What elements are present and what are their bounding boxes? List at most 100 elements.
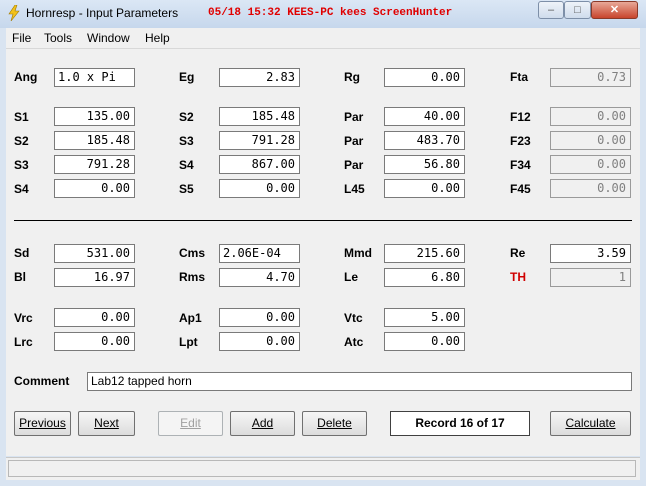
delete-button-label: Delete (317, 416, 352, 430)
f34-field: 0.00 (550, 155, 631, 174)
re-field[interactable]: 3.59 (550, 244, 631, 263)
sd-field[interactable]: 531.00 (54, 244, 135, 263)
maximize-icon: □ (574, 4, 581, 16)
vtc-field[interactable]: 5.00 (384, 308, 465, 327)
s1-label: S1 (14, 110, 29, 124)
s3-row-label: S3 (14, 158, 29, 172)
mmd-label: Mmd (344, 246, 372, 260)
previous-button-label: Previous (19, 416, 66, 430)
s1-field[interactable]: 135.00 (54, 107, 135, 126)
s5-label: S5 (179, 182, 194, 196)
rg-label: Rg (344, 70, 360, 84)
minimize-icon: – (547, 4, 555, 16)
s2-field[interactable]: 185.48 (219, 107, 300, 126)
fta-label: Fta (510, 70, 528, 84)
par3-field[interactable]: 56.80 (384, 155, 465, 174)
section-divider (14, 220, 632, 221)
calculate-button-label: Calculate (565, 416, 616, 430)
maximize-button[interactable]: □ (564, 1, 591, 19)
rg-field[interactable]: 0.00 (384, 68, 465, 87)
cms-field[interactable]: 2.06E-04 (219, 244, 300, 263)
l45-field[interactable]: 0.00 (384, 179, 465, 198)
s2-row-field[interactable]: 185.48 (54, 131, 135, 150)
par3-label: Par (344, 158, 364, 172)
bl-label: Bl (14, 270, 26, 284)
lpt-label: Lpt (179, 335, 198, 349)
s4-row-field[interactable]: 0.00 (54, 179, 135, 198)
atc-field[interactable]: 0.00 (384, 332, 465, 351)
f34-label: F34 (510, 158, 531, 172)
ap1-field[interactable]: 0.00 (219, 308, 300, 327)
lrc-label: Lrc (14, 335, 33, 349)
add-button[interactable]: Add (230, 411, 295, 436)
cms-label: Cms (179, 246, 206, 260)
l45-label: L45 (344, 182, 365, 196)
add-button-label: Add (251, 416, 274, 430)
screenhunter-overlay: 05/18 15:32 KEES-PC kees ScreenHunter (208, 7, 453, 19)
minimize-button[interactable]: – (538, 1, 564, 19)
status-panel (8, 460, 636, 477)
ang-field[interactable]: 1.0 x Pi (54, 68, 135, 87)
title-bar: Hornresp - Input Parameters 05/18 15:32 … (0, 0, 646, 28)
th-label: TH (510, 270, 526, 284)
le-label: Le (344, 270, 359, 284)
lpt-field[interactable]: 0.00 (219, 332, 300, 351)
status-bar (6, 457, 640, 480)
menu-file[interactable]: File (12, 31, 31, 45)
re-label: Re (510, 246, 526, 260)
ap1-label: Ap1 (179, 311, 202, 325)
previous-button[interactable]: Previous (14, 411, 71, 436)
f12-field: 0.00 (550, 107, 631, 126)
close-icon: ✕ (609, 4, 620, 16)
mmd-field[interactable]: 215.60 (384, 244, 465, 263)
rms-field[interactable]: 4.70 (219, 268, 300, 287)
menu-bar: File Tools Window Help (6, 28, 640, 49)
app-window: Hornresp - Input Parameters 05/18 15:32 … (0, 0, 646, 486)
th-field: 1 (550, 268, 631, 287)
bl-field[interactable]: 16.97 (54, 268, 135, 287)
lrc-field[interactable]: 0.00 (54, 332, 135, 351)
record-indicator: Record 16 of 17 (390, 411, 530, 436)
next-button[interactable]: Next (78, 411, 135, 436)
vrc-field[interactable]: 0.00 (54, 308, 135, 327)
vrc-label: Vrc (14, 311, 33, 325)
s4-field[interactable]: 867.00 (219, 155, 300, 174)
menu-help[interactable]: Help (145, 31, 170, 45)
comment-field[interactable]: Lab12 tapped horn (87, 372, 632, 391)
f23-field: 0.00 (550, 131, 631, 150)
calculate-button[interactable]: Calculate (550, 411, 631, 436)
menu-window[interactable]: Window (87, 31, 130, 45)
eg-field[interactable]: 2.83 (219, 68, 300, 87)
edit-button: Edit (158, 411, 223, 436)
f45-label: F45 (510, 182, 531, 196)
vtc-label: Vtc (344, 311, 363, 325)
edit-button-label: Edit (180, 416, 201, 430)
s2-row-label: S2 (14, 134, 29, 148)
par1-field[interactable]: 40.00 (384, 107, 465, 126)
s4-row-label: S4 (14, 182, 29, 196)
s5-field[interactable]: 0.00 (219, 179, 300, 198)
delete-button[interactable]: Delete (302, 411, 367, 436)
rms-label: Rms (179, 270, 206, 284)
par2-label: Par (344, 134, 364, 148)
s3-field[interactable]: 791.28 (219, 131, 300, 150)
s3-label: S3 (179, 134, 194, 148)
next-button-label: Next (94, 416, 119, 430)
par2-field[interactable]: 483.70 (384, 131, 465, 150)
input-parameters-panel: Ang 1.0 x Pi Eg 2.83 Rg 0.00 Fta 0.73 S1… (6, 49, 640, 456)
s2-label: S2 (179, 110, 194, 124)
close-button[interactable]: ✕ (591, 1, 638, 19)
le-field[interactable]: 6.80 (384, 268, 465, 287)
eg-label: Eg (179, 70, 195, 84)
atc-label: Atc (344, 335, 364, 349)
f23-label: F23 (510, 134, 531, 148)
s4-label: S4 (179, 158, 194, 172)
menu-tools[interactable]: Tools (44, 31, 72, 45)
f45-field: 0.00 (550, 179, 631, 198)
f12-label: F12 (510, 110, 531, 124)
s3-row-field[interactable]: 791.28 (54, 155, 135, 174)
par1-label: Par (344, 110, 364, 124)
window-title: Hornresp - Input Parameters (26, 6, 179, 20)
lightning-icon (8, 5, 20, 21)
ang-label: Ang (14, 70, 38, 84)
